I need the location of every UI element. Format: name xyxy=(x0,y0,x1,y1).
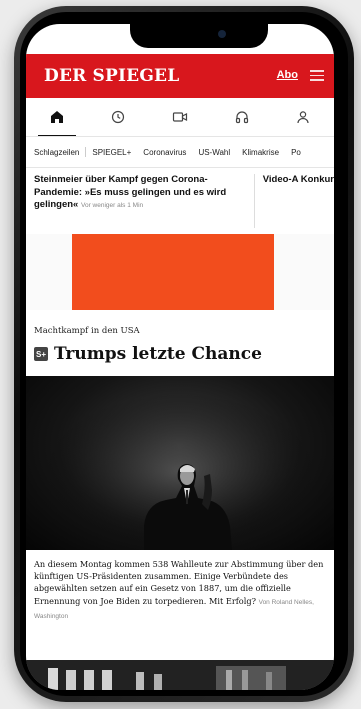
article-kicker: Machtkampf in den USA xyxy=(34,326,140,336)
next-article-photo[interactable] xyxy=(26,660,334,690)
section-tabs: Schlagzeilen SPIEGEL+ Coronavirus US-Wah… xyxy=(26,136,334,168)
hamburger-menu-icon[interactable] xyxy=(310,70,324,81)
phone-notch xyxy=(130,24,268,48)
article-headline[interactable]: S+ Trumps letzte Chance xyxy=(34,344,326,364)
site-header: DER SPIEGEL Abo xyxy=(26,54,334,98)
camera-icon xyxy=(218,30,226,38)
ticker-item[interactable]: Video-A Konkur xyxy=(255,174,334,228)
icon-navigation xyxy=(26,98,334,137)
home-icon[interactable] xyxy=(37,106,76,137)
ticker-title: Video-A Konkur xyxy=(262,174,334,185)
site-logo[interactable]: DER SPIEGEL xyxy=(44,66,179,86)
tab-spiegel-plus[interactable]: SPIEGEL+ xyxy=(86,148,137,157)
article-headline-text: Trumps letzte Chance xyxy=(54,344,262,364)
ticker-item[interactable]: Steinmeier über Kampf gegen Corona-Pande… xyxy=(34,174,255,228)
article-teaser[interactable]: An diesem Montag kommen 538 Wahlleute zu… xyxy=(34,558,326,623)
user-icon[interactable] xyxy=(292,106,314,128)
ad-banner[interactable] xyxy=(72,234,274,310)
clock-icon[interactable] xyxy=(107,106,129,128)
tab-coronavirus[interactable]: Coronavirus xyxy=(137,148,192,157)
abo-link[interactable]: Abo xyxy=(277,69,298,81)
news-ticker: Steinmeier über Kampf gegen Corona-Pande… xyxy=(34,174,334,228)
spiegel-plus-badge: S+ xyxy=(34,347,48,361)
video-icon[interactable] xyxy=(169,106,191,128)
headphones-icon[interactable] xyxy=(231,106,253,128)
phone-screen: DER SPIEGEL Abo Schlagzeilen SPIEGEL+ Co… xyxy=(26,24,334,690)
article-photo[interactable] xyxy=(26,376,334,550)
tab-us-wahl[interactable]: US-Wahl xyxy=(192,148,236,157)
tab-politik[interactable]: Po xyxy=(285,148,307,157)
tab-klimakrise[interactable]: Klimakrise xyxy=(236,148,285,157)
ticker-timestamp: Vor weniger als 1 Min xyxy=(80,202,144,209)
tab-schlagzeilen[interactable]: Schlagzeilen xyxy=(26,148,85,157)
